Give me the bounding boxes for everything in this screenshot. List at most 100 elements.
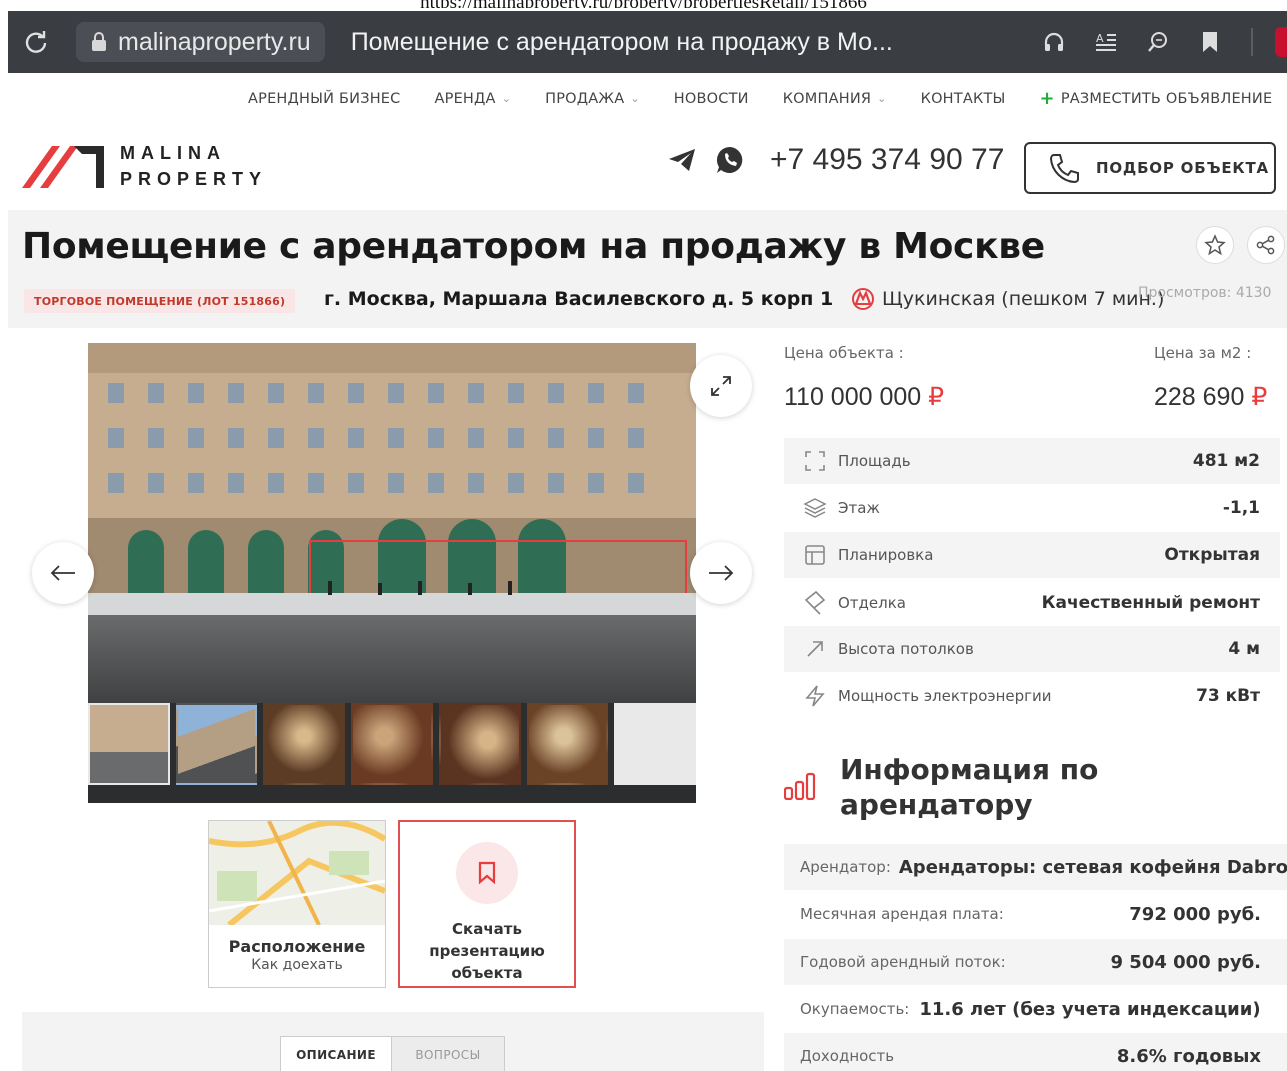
toolbar-separator [1251, 28, 1253, 56]
object-address: г. Москва, Маршала Василевского д. 5 кор… [324, 288, 834, 310]
thumbnail-strip [88, 703, 696, 803]
tenant-title-line2: арендатору [840, 788, 1033, 821]
thumbnail[interactable] [438, 703, 521, 785]
layers-icon [800, 497, 830, 519]
plus-icon: + [1039, 88, 1055, 109]
search-chat-icon[interactable] [1143, 27, 1173, 57]
tab-description[interactable]: ОПИСАНИЕ [280, 1036, 392, 1071]
lot-badge: ТОРГОВОЕ ПОМЕЩЕНИЕ (ЛОТ 151866) [24, 289, 296, 313]
tab-title: Помещение с арендатором на продажу в Мо.… [350, 27, 893, 56]
metro-station: Щукинская (пешком 7 мин.) [850, 288, 1164, 310]
fullscreen-button[interactable] [690, 355, 752, 417]
nav-item-rental-business[interactable]: АРЕНДНЫЙ БИЗНЕС [248, 91, 401, 107]
location-card-subtitle: Как доехать [251, 957, 343, 973]
whatsapp-icon[interactable] [712, 142, 748, 178]
object-price-label: Цена объекта : [784, 344, 904, 362]
next-photo-button[interactable] [690, 542, 752, 604]
location-card[interactable]: Расположение Как доехать [208, 820, 386, 988]
url-caption: https://malinaproperty.ru/property/prope… [0, 0, 1287, 8]
lock-icon [86, 27, 112, 57]
map-thumbnail [209, 821, 385, 925]
phone-number[interactable]: +7 495 374 90 77 [770, 143, 1004, 177]
thumbnail[interactable] [88, 703, 170, 785]
chevron-down-icon: ⌄ [501, 92, 512, 105]
ruble-sign: ₽ [928, 383, 945, 411]
yield-row: Доходность 8.6% годовых [784, 1033, 1287, 1071]
tenant-info-heading: Информация по арендатору [784, 752, 1098, 822]
tenant-row: Арендатор: Арендаторы: сетевая кофейня D… [784, 844, 1287, 890]
thumbnail[interactable] [351, 703, 433, 785]
location-card-title: Расположение [228, 937, 366, 956]
ruble-sign: ₽ [1251, 383, 1268, 411]
nav-item-company[interactable]: КОМПАНИЯ ⌄ [783, 91, 887, 107]
phone-handset-icon [1048, 152, 1080, 184]
favorite-button[interactable] [1196, 226, 1234, 264]
nav-item-news[interactable]: НОВОСТИ [674, 91, 749, 107]
share-icon [1256, 235, 1275, 255]
sqm-price: 228 690 ₽ [1154, 383, 1268, 411]
monthly-rent-row: Месячная арендая плата: 792 000 руб. [800, 903, 1261, 925]
download-presentation-card[interactable]: Скачать презентацию объекта [398, 820, 576, 988]
thumbnail[interactable] [263, 703, 346, 785]
svg-text:A: A [1096, 32, 1104, 45]
nav-item-rent[interactable]: АРЕНДА ⌄ [435, 91, 512, 107]
headphones-icon[interactable] [1039, 27, 1069, 57]
top-navigation: АРЕНДНЫЙ БИЗНЕС АРЕНДА ⌄ ПРОДАЖА ⌄ НОВОСТИ… [248, 88, 1272, 109]
header-contacts: +7 495 374 90 77 [664, 142, 1004, 178]
floorplan-thumbnail[interactable] [614, 703, 696, 785]
domain-text: malinaproperty.ru [118, 27, 311, 56]
download-text-line2: презентацию [429, 942, 545, 960]
area-icon [800, 450, 830, 472]
post-ad-link[interactable]: + РАЗМЕСТИТЬ ОБЪЯВЛЕНИЕ [1040, 88, 1273, 109]
expand-icon [711, 376, 731, 396]
nav-item-contacts[interactable]: КОНТАКТЫ [921, 91, 1006, 107]
annual-flow-row: Годовой арендный поток: 9 504 000 руб. [784, 939, 1287, 985]
views-counter: Просмотров: 4130 [1138, 285, 1272, 301]
reload-icon[interactable] [8, 29, 64, 55]
logo-mark-icon [22, 146, 104, 188]
spec-row-ceiling: Высота потолков 4 м [784, 626, 1280, 672]
photo-gallery [88, 343, 696, 803]
spec-row-finish: Отделка Качественный ремонт [784, 580, 1280, 626]
thumbnail[interactable] [526, 703, 609, 785]
extension-shield-icon[interactable] [1275, 27, 1287, 57]
chevron-down-icon: ⌄ [630, 92, 640, 105]
spec-row-layout: Планировка Открытая [784, 532, 1280, 578]
download-text-line3: объекта [451, 964, 523, 982]
spec-row-power: Мощность электроэнергии 73 кВт [784, 673, 1280, 719]
star-icon [1204, 234, 1226, 256]
object-price: 110 000 000 ₽ [784, 383, 945, 411]
reader-mode-icon[interactable]: A [1091, 27, 1121, 57]
spec-row-area: Площадь 481 м2 [784, 438, 1280, 484]
prev-photo-button[interactable] [32, 542, 94, 604]
payback-row: Окупаемость: 11.6 лет (без учета индекса… [800, 998, 1261, 1020]
nav-item-sale[interactable]: ПРОДАЖА ⌄ [545, 91, 640, 107]
spec-row-floor: Этаж -1,1 [784, 485, 1280, 531]
metro-icon [850, 288, 876, 310]
chevron-down-icon: ⌄ [877, 92, 887, 105]
site-logo[interactable]: MALINA PROPERTY [22, 140, 267, 192]
arrow-right-icon [709, 565, 734, 581]
pick-object-button[interactable]: ПОДБОР ОБЪЕКТА [1024, 142, 1276, 194]
share-button[interactable] [1247, 226, 1285, 264]
arrow-left-icon [50, 565, 75, 581]
logo-text-line2: PROPERTY [120, 169, 268, 189]
layout-icon [800, 544, 830, 566]
main-photo[interactable] [88, 343, 696, 703]
power-icon [800, 684, 830, 708]
bookmark-icon [478, 861, 496, 885]
tab-questions[interactable]: ВОПРОСЫ [391, 1036, 505, 1071]
telegram-icon[interactable] [664, 142, 700, 178]
finish-icon [800, 590, 830, 616]
ceiling-height-icon [800, 638, 830, 660]
browser-toolbar: malinaproperty.ru Помещение с арендаторо… [8, 11, 1287, 73]
bookmark-icon[interactable] [1195, 27, 1225, 57]
sqm-price-label: Цена за м2 : [1154, 344, 1252, 362]
bar-chart-icon [784, 772, 816, 800]
logo-text-line1: MALINA [120, 143, 226, 163]
address-bar[interactable]: malinaproperty.ru [76, 22, 325, 62]
download-text-line1: Скачать [452, 920, 522, 938]
thumbnail[interactable] [175, 703, 258, 785]
page-title: Помещение с арендатором на продажу в Мос… [22, 226, 1045, 267]
tenant-title-line1: Информация по [840, 753, 1099, 786]
